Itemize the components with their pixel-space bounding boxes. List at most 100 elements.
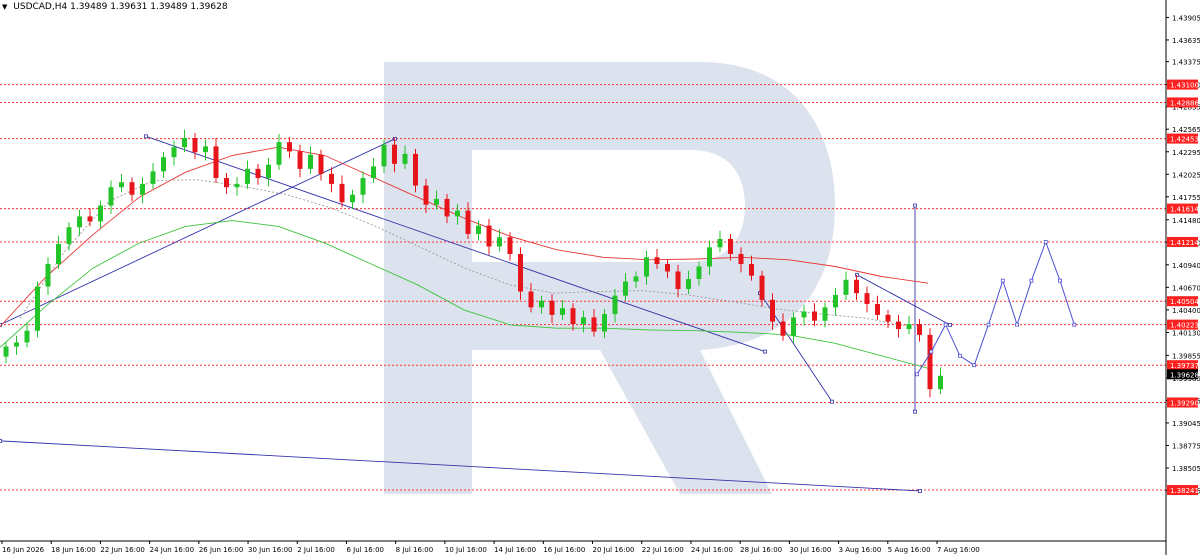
price-tick-label: 1.38775 <box>1172 442 1200 450</box>
time-tick-label: 6 Jul 16:00 <box>346 546 384 554</box>
time-tick-label: 24 Jul 16:00 <box>691 546 733 554</box>
candle-body <box>780 321 786 336</box>
trendline-anchor <box>948 322 952 327</box>
candle-body <box>77 216 82 228</box>
candle-body <box>318 154 324 174</box>
price-tick-label: 1.43635 <box>1172 37 1200 45</box>
level-badge-label: 1.38241 <box>1170 487 1199 495</box>
forecast-point <box>972 363 977 368</box>
candle-body <box>182 137 187 148</box>
level-badge-label: 1.41214 <box>1170 239 1199 247</box>
candle-body <box>633 276 639 282</box>
candle-body <box>87 216 93 222</box>
time-tick-label: 24 Jun 16:00 <box>150 546 194 554</box>
level-badge-label: 1.42886 <box>1170 99 1199 107</box>
price-tick-label: 1.41480 <box>1172 217 1200 225</box>
candle-body <box>66 227 72 244</box>
time-tick-label: 7 Aug 16:00 <box>937 546 980 554</box>
price-tick-label: 1.40130 <box>1172 329 1200 337</box>
candle-body <box>770 299 775 322</box>
forecast-point <box>1072 322 1077 327</box>
candle-body <box>3 346 9 357</box>
candle-body <box>245 168 250 184</box>
candle-body <box>749 263 754 276</box>
candle-body <box>203 146 208 153</box>
symbol-label: USDCAD,H4 <box>13 2 68 12</box>
candle-body <box>675 271 681 290</box>
candle-body <box>192 137 198 153</box>
candle-body <box>791 317 796 336</box>
candle-body <box>297 151 303 169</box>
candle-body <box>759 275 765 300</box>
time-tick-label: 8 Jul 16:00 <box>396 546 434 554</box>
candle-body <box>570 308 576 325</box>
candle-body <box>602 314 607 332</box>
candle-body <box>56 243 61 264</box>
level-badge-label: 1.39737 <box>1170 362 1199 370</box>
candle-body <box>497 237 502 247</box>
forecast-point <box>1029 278 1034 283</box>
candle-body <box>707 247 712 267</box>
price-tick-label: 1.41755 <box>1172 194 1200 202</box>
price-chart[interactable]: 1.439051.436351.433751.431001.428351.425… <box>0 0 1200 555</box>
candle-body <box>129 182 135 195</box>
candle-body <box>266 164 271 179</box>
candle-body <box>476 225 481 234</box>
candle-body <box>308 154 313 169</box>
trendline-anchor <box>913 409 917 414</box>
candle-body <box>560 308 565 315</box>
collapse-triangle-icon[interactable]: ▼ <box>2 3 7 11</box>
candle-body <box>854 279 859 294</box>
candle-body <box>906 324 912 330</box>
level-badge-label: 1.39290 <box>1170 399 1199 407</box>
candle-body <box>801 311 807 318</box>
level-badge-label: 1.42453 <box>1170 136 1199 144</box>
price-tick-label: 1.43375 <box>1172 59 1200 67</box>
candle-body <box>434 198 439 205</box>
candle-body <box>507 237 513 254</box>
candle-body <box>885 314 891 322</box>
forecast-point <box>958 353 962 358</box>
candle-body <box>350 194 355 203</box>
candle-body <box>423 185 429 205</box>
candle-body <box>864 293 870 305</box>
time-tick-label: 10 Jul 16:00 <box>445 546 487 554</box>
trendline-anchor <box>918 489 922 493</box>
candle-body <box>833 294 838 308</box>
time-tick-label: 2 Jul 16:00 <box>297 546 335 554</box>
candle-body <box>843 279 849 295</box>
candle-body <box>896 321 901 330</box>
candle-body <box>287 142 292 152</box>
trendline-anchor <box>763 349 767 354</box>
time-tick-label: 22 Jul 16:00 <box>642 546 684 554</box>
ohlc-values: 1.39489 1.39631 1.39489 1.39628 <box>70 2 228 12</box>
candle-body <box>45 263 51 287</box>
level-badge-label: 1.41614 <box>1170 206 1199 214</box>
price-tick-label: 1.40670 <box>1172 284 1200 292</box>
candle-body <box>381 144 387 167</box>
candle-body <box>119 182 124 188</box>
candle-body <box>623 281 628 296</box>
forecast-point <box>915 372 919 377</box>
candle-body <box>549 300 555 315</box>
trendline-anchor <box>0 438 2 443</box>
time-tick-label: 16 Jun 2026 <box>2 546 45 554</box>
candle-body <box>539 300 544 308</box>
candle-body <box>329 173 334 184</box>
candle-body <box>339 183 345 203</box>
chart-area[interactable]: ▼ USDCAD,H4 1.39489 1.39631 1.39489 1.39… <box>0 0 1200 555</box>
candle-body <box>108 187 114 206</box>
candle-body <box>98 205 103 222</box>
price-tick-label: 1.42025 <box>1172 171 1200 179</box>
candle-body <box>150 171 156 184</box>
current-price-label: 1.39628 <box>1170 371 1199 379</box>
candle-body <box>528 291 534 308</box>
time-tick-label: 14 Jul 16:00 <box>494 546 536 554</box>
symbol-header: ▼ USDCAD,H4 1.39489 1.39631 1.39489 1.39… <box>2 2 228 12</box>
candle-body <box>486 225 492 247</box>
forecast-point <box>986 322 991 327</box>
forecast-point <box>929 349 934 354</box>
time-tick-label: 22 Jun 16:00 <box>100 546 144 554</box>
candle-body <box>696 266 702 280</box>
price-tick-label: 1.43905 <box>1172 14 1200 22</box>
